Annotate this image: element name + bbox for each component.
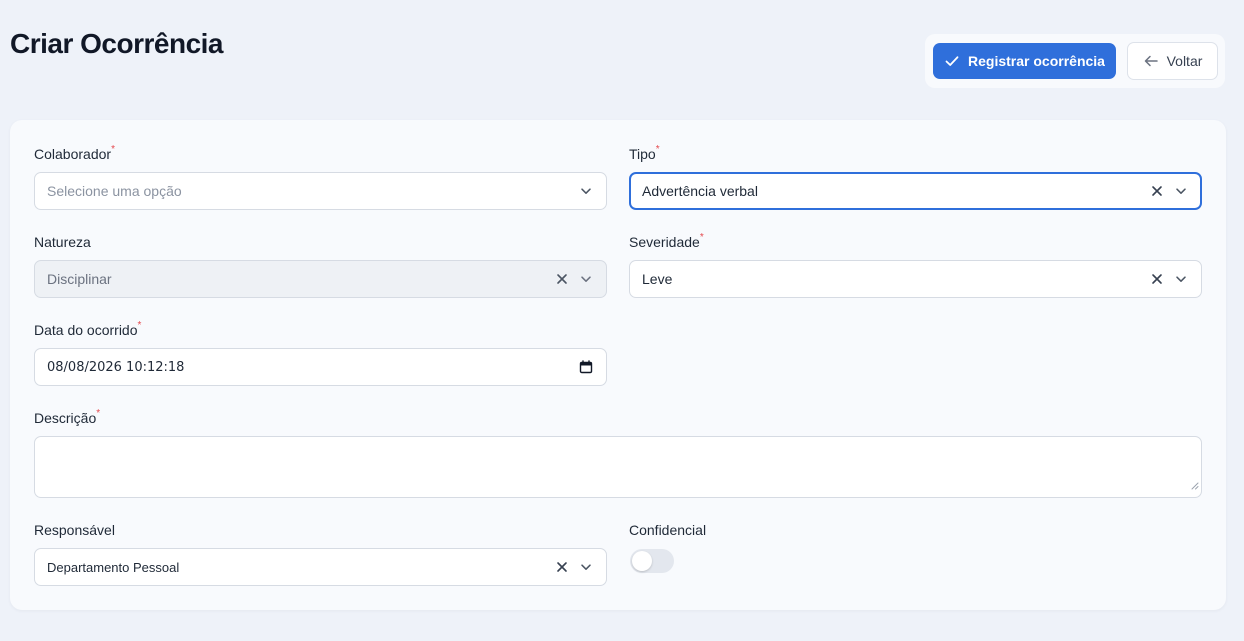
colaborador-label: Colaborador* <box>34 144 115 162</box>
arrow-left-icon <box>1143 53 1159 69</box>
register-occurrence-label: Registrar ocorrência <box>968 53 1105 69</box>
header-actions: Registrar ocorrência Voltar <box>925 34 1225 88</box>
tipo-select[interactable]: Advertência verbal <box>629 172 1202 210</box>
descricao-textarea[interactable] <box>34 436 1202 498</box>
confidencial-label: Confidencial <box>629 522 706 538</box>
severidade-label: Severidade* <box>629 232 704 250</box>
colaborador-label-text: Colaborador <box>34 146 112 162</box>
close-icon[interactable] <box>1149 183 1165 199</box>
confidencial-label-text: Confidencial <box>629 522 707 538</box>
natureza-value: Disciplinar <box>47 271 112 287</box>
severidade-label-text: Severidade <box>629 234 700 250</box>
chevron-down-icon[interactable] <box>578 559 594 575</box>
required-marker: * <box>655 144 660 155</box>
colaborador-select[interactable]: Selecione uma opção <box>34 172 607 210</box>
close-icon[interactable] <box>554 271 570 287</box>
close-icon[interactable] <box>1149 271 1165 287</box>
required-marker: * <box>137 320 142 331</box>
responsavel-select[interactable]: Departamento Pessoal <box>34 548 607 586</box>
descricao-label: Descrição* <box>34 408 101 426</box>
severidade-value: Leve <box>642 271 673 287</box>
toggle-knob <box>632 551 652 571</box>
back-label: Voltar <box>1166 53 1203 69</box>
tipo-label: Tipo* <box>629 144 660 162</box>
required-marker: * <box>699 232 704 243</box>
confidencial-toggle[interactable] <box>630 549 674 573</box>
severidade-select[interactable]: Leve <box>629 260 1202 298</box>
register-occurrence-button[interactable]: Registrar ocorrência <box>933 43 1116 79</box>
responsavel-value: Departamento Pessoal <box>47 559 180 575</box>
resize-grip-icon[interactable] <box>1191 477 1199 495</box>
responsavel-label-text: Responsável <box>34 522 115 538</box>
occurrence-form: Colaborador* Selecione uma opção Tipo* A… <box>10 120 1226 610</box>
required-marker: * <box>111 144 115 155</box>
descricao-label-text: Descrição <box>34 410 97 426</box>
required-marker: * <box>96 408 101 419</box>
tipo-label-text: Tipo <box>629 146 656 162</box>
data-ocorrido-value: 08/08/2026 10:12:18 <box>47 359 185 375</box>
chevron-down-icon[interactable] <box>1173 183 1189 199</box>
calendar-icon[interactable] <box>578 359 594 375</box>
data-ocorrido-label-text: Data do ocorrido <box>34 322 138 338</box>
check-icon <box>944 53 960 69</box>
page-title: Criar Ocorrência <box>10 28 224 59</box>
responsavel-label: Responsável <box>34 522 115 538</box>
tipo-value: Advertência verbal <box>642 183 758 199</box>
natureza-label: Natureza <box>34 234 91 250</box>
colaborador-placeholder: Selecione uma opção <box>47 183 182 199</box>
data-ocorrido-label: Data do ocorrido* <box>34 320 142 338</box>
back-button[interactable]: Voltar <box>1127 42 1218 80</box>
natureza-label-text: Natureza <box>34 234 91 250</box>
chevron-down-icon[interactable] <box>1173 271 1189 287</box>
chevron-down-icon[interactable] <box>578 183 594 199</box>
chevron-down-icon[interactable] <box>578 271 594 287</box>
close-icon[interactable] <box>554 559 570 575</box>
data-ocorrido-input[interactable]: 08/08/2026 10:12:18 <box>34 348 607 386</box>
natureza-select[interactable]: Disciplinar <box>34 260 607 298</box>
